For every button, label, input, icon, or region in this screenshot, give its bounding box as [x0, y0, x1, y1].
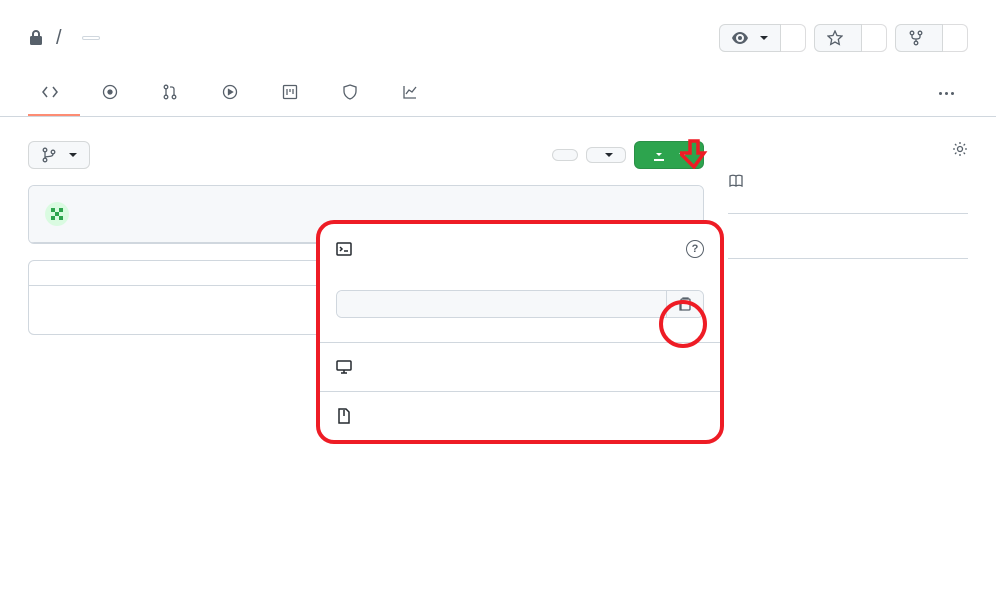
fork-count[interactable] [943, 24, 968, 52]
unwatch-button[interactable] [719, 24, 781, 52]
desktop-icon [336, 359, 352, 375]
shield-icon [342, 84, 358, 100]
fork-icon [908, 30, 924, 46]
repo-title: / [28, 27, 719, 50]
caret-down-icon [760, 36, 768, 40]
gear-icon[interactable] [952, 141, 968, 157]
tab-security[interactable] [328, 76, 380, 116]
tab-projects[interactable] [268, 76, 320, 116]
book-icon [728, 173, 744, 189]
star-button[interactable] [814, 24, 862, 52]
visibility-badge [82, 36, 100, 40]
fork-group [895, 24, 968, 52]
help-icon[interactable]: ? [686, 240, 704, 258]
download-zip-button[interactable] [320, 391, 720, 440]
annotation-arrow [680, 139, 708, 169]
tab-pull-requests[interactable] [148, 76, 200, 116]
repo-tabs [0, 76, 996, 117]
issue-icon [102, 84, 118, 100]
pull-request-icon [162, 84, 178, 100]
code-icon [42, 84, 58, 100]
open-github-desktop-button[interactable] [320, 342, 720, 391]
zip-icon [336, 408, 352, 424]
readme-link[interactable] [728, 173, 968, 189]
download-icon [651, 147, 667, 163]
slash: / [56, 27, 62, 50]
graph-icon [402, 84, 418, 100]
tab-issues[interactable] [88, 76, 140, 116]
tab-code[interactable] [28, 76, 80, 116]
eye-icon [732, 30, 748, 46]
lock-icon [28, 30, 44, 46]
project-icon [282, 84, 298, 100]
play-icon [222, 84, 238, 100]
tab-actions[interactable] [208, 76, 260, 116]
fork-button[interactable] [895, 24, 943, 52]
avatar [45, 202, 69, 226]
terminal-icon [336, 241, 352, 257]
star-icon [827, 30, 843, 46]
go-to-file-button[interactable] [552, 149, 578, 161]
caret-down-icon [69, 153, 77, 157]
star-group [814, 24, 887, 52]
tab-insights[interactable] [388, 76, 440, 116]
add-file-button[interactable] [586, 147, 626, 163]
caret-down-icon [605, 153, 613, 157]
branch-select-button[interactable] [28, 141, 90, 169]
clone-url-input[interactable] [337, 291, 666, 317]
branch-icon [41, 147, 57, 163]
annotation-circle [659, 300, 707, 348]
unwatch-group [719, 24, 806, 52]
watch-count[interactable] [781, 24, 806, 52]
star-count[interactable] [862, 24, 887, 52]
more-tabs-button[interactable] [925, 84, 968, 109]
